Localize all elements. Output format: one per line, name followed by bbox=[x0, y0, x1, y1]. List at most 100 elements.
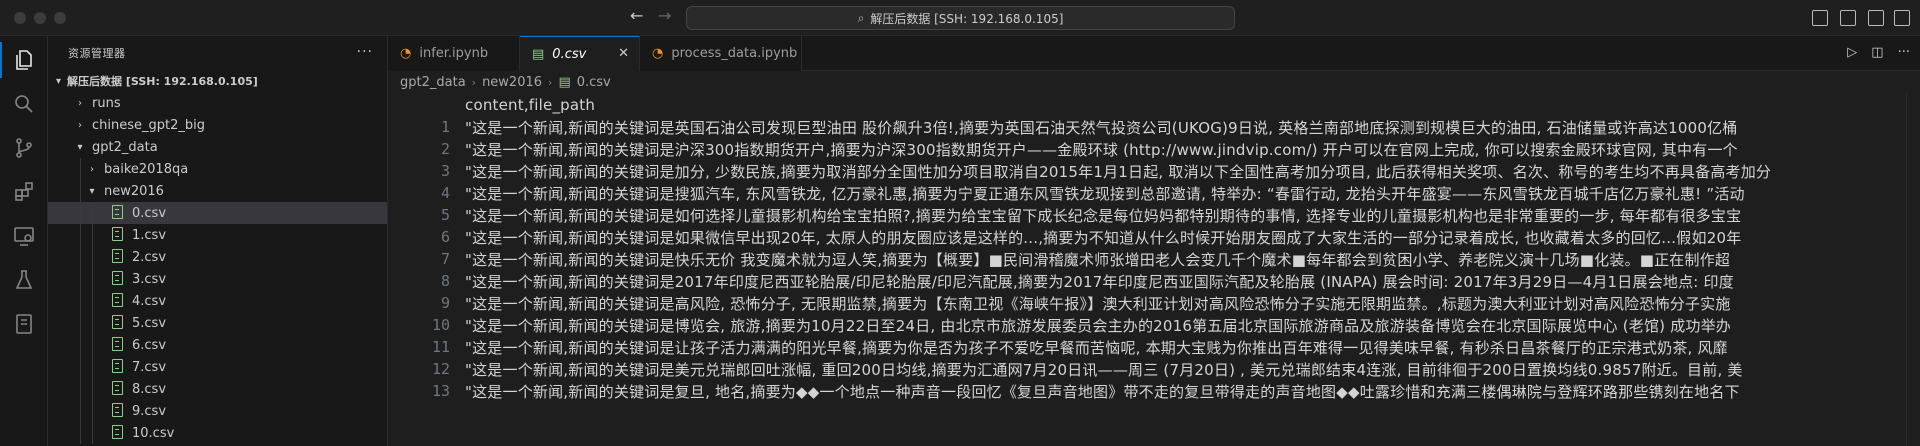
code-editor[interactable]: content,file_path 1 "这是一个新闻,新闻的关键词是英国石油公司发… bbox=[388, 93, 1920, 446]
tree-file[interactable]: 2.csv bbox=[48, 246, 387, 268]
breadcrumb-item[interactable]: gpt2_data bbox=[400, 75, 466, 90]
tree-item-label: baike2018qa bbox=[104, 161, 189, 177]
toggle-primary-sidebar-icon[interactable] bbox=[1812, 10, 1828, 26]
line-text: "这是一个新闻,新闻的关键词是如何选择儿童摄影机构给宝宝拍照?,摘要为给宝宝留下… bbox=[465, 206, 1742, 225]
extensions-icon[interactable] bbox=[0, 170, 48, 214]
indent-guide bbox=[92, 224, 93, 246]
tree-folder[interactable]: ▾ new2016 bbox=[48, 180, 387, 202]
toggle-secondary-sidebar-icon[interactable] bbox=[1868, 10, 1884, 26]
editor-actions: ▷ ◫ ··· bbox=[1847, 45, 1910, 60]
more-actions-icon[interactable]: ··· bbox=[357, 44, 373, 60]
tab-0-csv[interactable]: ▤ 0.csv ✕ bbox=[520, 36, 640, 71]
explorer-icon[interactable] bbox=[0, 38, 48, 82]
jupyter-view-icon[interactable] bbox=[0, 302, 48, 346]
tree-file[interactable]: 4.csv bbox=[48, 290, 387, 312]
remote-explorer-icon[interactable] bbox=[0, 214, 48, 258]
line-number: 3 bbox=[440, 162, 450, 180]
explorer-sidebar: 资源管理器 ··· ▾ 解压后数据 [SSH: 192.168.0.105] ›… bbox=[48, 36, 388, 446]
search-view-icon[interactable] bbox=[0, 82, 48, 126]
close-window-button[interactable] bbox=[14, 12, 26, 24]
tree-file[interactable]: 3.csv bbox=[48, 268, 387, 290]
tab-infer-ipynb[interactable]: ◔ infer.ipynb bbox=[388, 36, 520, 71]
tree-file[interactable]: 9.csv bbox=[48, 400, 387, 422]
indent-guide bbox=[80, 224, 81, 246]
tree-folder[interactable]: ▾ gpt2_data bbox=[48, 136, 387, 158]
tree-item-label: 9.csv bbox=[132, 403, 167, 419]
indent-guide bbox=[80, 290, 81, 312]
line-text: content,file_path bbox=[465, 96, 596, 114]
line-text: "这是一个新闻,新闻的关键词是让孩子活力满满的阳光早餐,摘要为你是否为孩子不爱吃… bbox=[465, 338, 1728, 357]
line-text: "这是一个新闻,新闻的关键词是博览会, 旅游,摘要为10月22日至24日, 由北… bbox=[465, 316, 1731, 335]
tree-folder[interactable]: › chinese_gpt2_big bbox=[48, 114, 387, 136]
tree-file[interactable]: 6.csv bbox=[48, 334, 387, 356]
source-control-icon[interactable] bbox=[0, 126, 48, 170]
code-line[interactable]: 7 "这是一个新闻,新闻的关键词是快乐无价 我变魔术就为逗人笑,摘要为【概要】■民… bbox=[388, 248, 1920, 270]
tab-label: process_data.ipynb bbox=[671, 46, 798, 61]
code-line[interactable]: 2 "这是一个新闻,新闻的关键词是沪深300指数期货开户,摘要为沪深300指数期货… bbox=[388, 138, 1920, 160]
tree-item-label: 1.csv bbox=[132, 227, 167, 243]
csv-icon: ▤ bbox=[532, 46, 545, 62]
breadcrumb-item[interactable]: new2016 bbox=[482, 75, 542, 90]
line-number: 10 bbox=[431, 316, 450, 334]
code-line[interactable]: 3 "这是一个新闻,新闻的关键词是加分, 少数民族,摘要为取消部分全国性加分项目取… bbox=[388, 160, 1920, 182]
indent-guide bbox=[92, 356, 93, 378]
code-line[interactable]: 4 "这是一个新闻,新闻的关键词是搜狐汽车, 东风雪铁龙, 亿万豪礼惠,摘要为宁夏… bbox=[388, 182, 1920, 204]
arrow-left-icon[interactable]: ← bbox=[630, 6, 643, 25]
indent-guide bbox=[80, 400, 81, 422]
jupyter-icon: ◔ bbox=[652, 46, 664, 61]
code-line[interactable]: 6 "这是一个新闻,新闻的关键词是如果微信早出现20年, 太原人的朋友圈应该是这样… bbox=[388, 226, 1920, 248]
arrow-right-icon[interactable]: → bbox=[658, 6, 671, 25]
tree-folder[interactable]: › baike2018qa bbox=[48, 158, 387, 180]
toggle-panel-icon[interactable] bbox=[1840, 10, 1856, 26]
tree-file[interactable]: 8.csv bbox=[48, 378, 387, 400]
tree-folder[interactable]: › runs bbox=[48, 92, 387, 114]
customize-layout-icon[interactable] bbox=[1894, 10, 1910, 26]
code-line[interactable]: 8 "这是一个新闻,新闻的关键词是2017年印度尼西亚轮胎展/印尼轮胎展/印尼汽配… bbox=[388, 270, 1920, 292]
indent-guide bbox=[92, 246, 93, 268]
line-number: 12 bbox=[431, 360, 450, 378]
code-line[interactable]: 10 "这是一个新闻,新闻的关键词是博览会, 旅游,摘要为10月22日至24日, … bbox=[388, 314, 1920, 336]
indent-guide bbox=[80, 422, 81, 444]
code-line[interactable]: 11 "这是一个新闻,新闻的关键词是让孩子活力满满的阳光早餐,摘要为你是否为孩子不… bbox=[388, 336, 1920, 358]
tree-item-label: 0.csv bbox=[132, 205, 167, 221]
csv-file-icon bbox=[112, 337, 126, 353]
tree-file[interactable]: 0.csv bbox=[48, 202, 387, 224]
run-icon[interactable]: ▷ bbox=[1847, 45, 1857, 60]
workspace-section-header[interactable]: ▾ 解压后数据 [SSH: 192.168.0.105] bbox=[48, 70, 387, 92]
code-line[interactable]: 9 "这是一个新闻,新闻的关键词是高风险, 恐怖分子, 无限期监禁,摘要为【东南卫… bbox=[388, 292, 1920, 314]
line-number: 7 bbox=[440, 250, 450, 268]
close-icon[interactable]: ✕ bbox=[618, 46, 629, 61]
maximize-window-button[interactable] bbox=[54, 12, 66, 24]
chevron-right-icon: › bbox=[78, 119, 82, 131]
tab-process-data-ipynb[interactable]: ◔ process_data.ipynb bbox=[640, 36, 802, 71]
testing-icon[interactable] bbox=[0, 258, 48, 302]
breadcrumb-item[interactable]: 0.csv bbox=[577, 75, 611, 90]
line-text: "这是一个新闻,新闻的关键词是加分, 少数民族,摘要为取消部分全国性加分项目取消… bbox=[465, 162, 1772, 181]
tree-file[interactable]: 5.csv bbox=[48, 312, 387, 334]
indent-guide bbox=[92, 202, 93, 224]
indent-guide bbox=[92, 422, 93, 444]
line-text: "这是一个新闻,新闻的关键词是快乐无价 我变魔术就为逗人笑,摘要为【概要】■民间… bbox=[465, 250, 1731, 269]
split-editor-icon[interactable]: ◫ bbox=[1871, 45, 1883, 60]
code-line[interactable]: 5 "这是一个新闻,新闻的关键词是如何选择儿童摄影机构给宝宝拍照?,摘要为给宝宝留… bbox=[388, 204, 1920, 226]
tree-item-label: runs bbox=[92, 95, 121, 111]
indent-guide bbox=[80, 180, 81, 202]
indent-guide bbox=[92, 312, 93, 334]
scrollbar[interactable] bbox=[1906, 93, 1920, 446]
code-line[interactable]: 1 "这是一个新闻,新闻的关键词是英国石油公司发现巨型油田 股价飙升3倍!,摘要为… bbox=[388, 116, 1920, 138]
chevron-down-icon: ▾ bbox=[77, 141, 83, 153]
indent-guide bbox=[92, 378, 93, 400]
tree-file[interactable]: 1.csv bbox=[48, 224, 387, 246]
code-line[interactable]: 13 "这是一个新闻,新闻的关键词是复旦, 地名,摘要为◆◆一个地点一种声音一段回… bbox=[388, 380, 1920, 402]
code-line[interactable]: content,file_path bbox=[388, 94, 1920, 116]
more-actions-icon[interactable]: ··· bbox=[1898, 45, 1910, 60]
tree-file[interactable]: 10.csv bbox=[48, 422, 387, 444]
tree-file[interactable]: 7.csv bbox=[48, 356, 387, 378]
minimize-window-button[interactable] bbox=[34, 12, 46, 24]
tree-item-label: gpt2_data bbox=[92, 139, 158, 155]
tree-item-label: 7.csv bbox=[132, 359, 167, 375]
code-line[interactable]: 12 "这是一个新闻,新闻的关键词是美元兑瑞郎回吐涨幅, 重回200日均线,摘要为… bbox=[388, 358, 1920, 380]
title-bar: ← → ⌕ 解压后数据 [SSH: 192.168.0.105] bbox=[0, 0, 1920, 36]
line-number: 8 bbox=[440, 272, 450, 290]
command-center-search[interactable]: ⌕ 解压后数据 [SSH: 192.168.0.105] bbox=[686, 6, 1235, 30]
